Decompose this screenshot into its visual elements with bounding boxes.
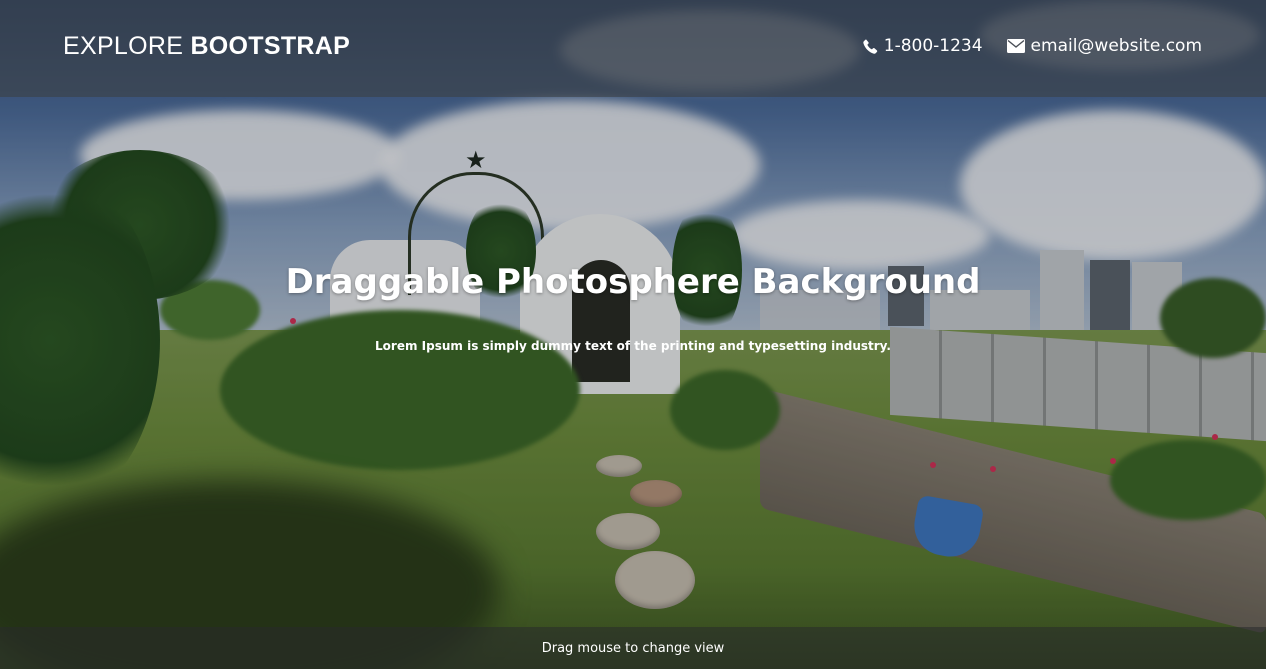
background-overlay <box>0 0 1266 669</box>
envelope-icon <box>1006 39 1025 53</box>
phone-icon <box>863 39 878 54</box>
brand-bold-text: BOOTSTRAP <box>190 32 351 60</box>
contact-info: 1-800-1234 email@website.com <box>863 36 1202 56</box>
navbar: EXPLORE BOOTSTRAP 1-800-1234 email@websi… <box>0 0 1266 97</box>
phone-link[interactable]: 1-800-1234 <box>863 36 983 56</box>
photosphere-viewer[interactable]: ★ EXPLORE BOOTSTRAP 1-800-1234 email@web… <box>0 0 1266 669</box>
drag-hint-text: Drag mouse to change view <box>541 640 725 656</box>
email-link[interactable]: email@website.com <box>1006 36 1202 56</box>
brand-light-text: EXPLORE <box>63 32 184 60</box>
brand-logo[interactable]: EXPLORE BOOTSTRAP <box>63 32 350 61</box>
email-address: email@website.com <box>1030 36 1202 56</box>
phone-number: 1-800-1234 <box>883 36 983 56</box>
drag-hint-bar: Drag mouse to change view <box>0 627 1266 669</box>
hero-subtitle: Lorem Ipsum is simply dummy text of the … <box>375 339 891 353</box>
hero-title: Draggable Photosphere Background <box>285 262 981 302</box>
